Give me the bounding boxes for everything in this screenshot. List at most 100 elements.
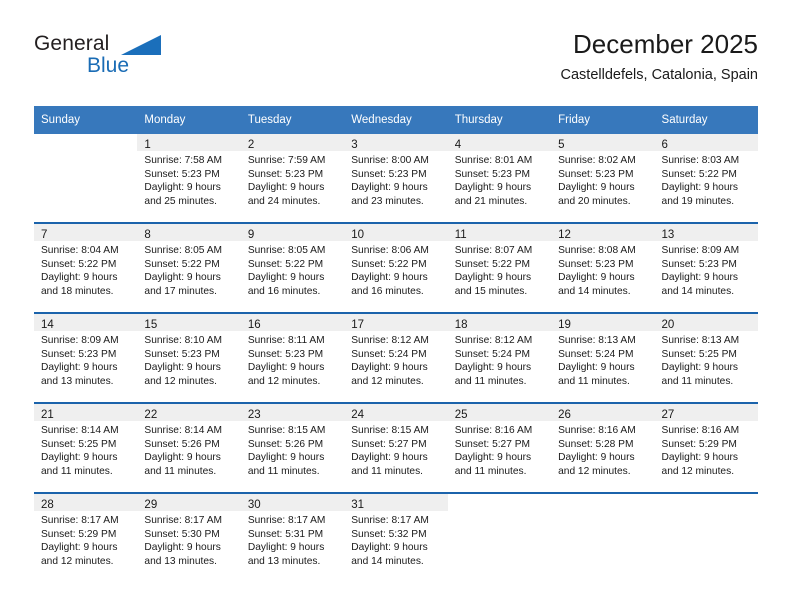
calendar-week-row: 21 Sunrise: 8:14 AM Sunset: 5:25 PM Dayligh… [34,402,758,493]
calendar-day-cell[interactable]: 4 Sunrise: 8:01 AM Sunset: 5:23 PM Daylight… [447,134,552,223]
calendar-day-cell[interactable]: 12 Sunrise: 8:08 AM Sunset: 5:23 PM Dayligh… [551,222,655,313]
calendar-day-cell[interactable]: 15 Sunrise: 8:10 AM Sunset: 5:23 PM Dayligh… [137,312,241,403]
daylight-text-line1: Daylight: 9 hours [247,362,325,374]
calendar-day-cell[interactable]: 23 Sunrise: 8:15 AM Sunset: 5:26 PM Dayligh… [240,402,345,493]
daylight-text-line2: and 13 minutes. [144,555,217,567]
sunrise-text: Sunrise: 8:16 AM [454,425,533,436]
day-number-band: 1 [137,134,241,151]
sunset-text: Sunset: 5:25 PM [661,348,737,360]
calendar-day-cell[interactable]: 13 Sunrise: 8:09 AM Sunset: 5:23 PM Dayligh… [654,222,758,313]
day-number-band: 12 [551,224,655,241]
calendar-day-cell[interactable]: 26 Sunrise: 8:16 AM Sunset: 5:28 PM Dayligh… [551,402,655,493]
day-details: Sunrise: 8:16 AM Sunset: 5:28 PM Daylight:… [551,421,654,478]
daylight-text-line1: Daylight: 9 hours [558,272,635,284]
daylight-text-line1: Daylight: 9 hours [454,362,532,374]
calendar-day-cell[interactable]: 3 Sunrise: 8:00 AM Sunset: 5:23 PM Daylight… [344,134,448,223]
calendar-empty-cell [551,492,655,582]
day-details: Sunrise: 8:05 AM Sunset: 5:22 PM Daylight:… [137,241,240,298]
calendar-day-cell[interactable]: 27 Sunrise: 8:16 AM Sunset: 5:29 PM Dayligh… [654,402,758,493]
calendar-day-cell[interactable]: 9 Sunrise: 8:05 AM Sunset: 5:22 PM Daylight… [240,222,345,313]
daylight-text-line2: and 21 minutes. [454,195,528,207]
day-number-band: 21 [34,404,138,421]
day-number: 28 [41,499,54,511]
day-number: 10 [351,229,365,241]
day-number: 2 [247,139,255,151]
calendar-day-cell[interactable]: 16 Sunrise: 8:11 AM Sunset: 5:23 PM Dayligh… [240,312,345,403]
calendar-day-cell[interactable]: 22 Sunrise: 8:14 AM Sunset: 5:26 PM Dayligh… [137,402,241,493]
brand-logo[interactable]: General Blue [34,32,214,92]
daylight-text-line1: Daylight: 9 hours [351,452,428,464]
day-details: Sunrise: 8:14 AM Sunset: 5:25 PM Daylight:… [34,421,137,478]
daylight-text-line1: Daylight: 9 hours [144,182,221,194]
day-number-band: 30 [240,494,345,511]
day-number-band: 4 [447,134,552,151]
calendar-day-cell[interactable]: 18 Sunrise: 8:12 AM Sunset: 5:24 PM Dayligh… [447,312,552,403]
calendar-week-row: 7 Sunrise: 8:04 AM Sunset: 5:22 PM Daylight… [34,222,758,313]
calendar-day-cell[interactable]: 11 Sunrise: 8:07 AM Sunset: 5:22 PM Dayligh… [447,222,552,313]
day-number-band: 27 [654,404,758,421]
day-details [448,511,551,514]
sunrise-text: Sunrise: 8:13 AM [558,335,636,346]
day-number-band: 15 [137,314,241,331]
calendar-page: General Blue December 2025 Castelldefels… [0,0,792,612]
calendar-day-cell[interactable]: 7 Sunrise: 8:04 AM Sunset: 5:22 PM Daylight… [34,222,138,313]
daylight-text-line1: Daylight: 9 hours [454,182,532,194]
sunset-text: Sunset: 5:26 PM [247,438,324,450]
calendar-day-cell[interactable]: 2 Sunrise: 7:59 AM Sunset: 5:23 PM Daylight… [240,134,345,223]
daylight-text-line1: Daylight: 9 hours [41,362,118,374]
day-details: Sunrise: 8:06 AM Sunset: 5:22 PM Daylight:… [344,241,447,298]
calendar-day-cell[interactable]: 1 Sunrise: 7:58 AM Sunset: 5:23 PM Daylight… [137,134,241,223]
sunset-text: Sunset: 5:23 PM [41,348,117,360]
calendar-day-cell[interactable]: 24 Sunrise: 8:15 AM Sunset: 5:27 PM Dayligh… [344,402,448,493]
calendar-day-cell[interactable]: 20 Sunrise: 8:13 AM Sunset: 5:25 PM Dayligh… [654,312,758,403]
daylight-text-line2: and 16 minutes. [247,285,321,297]
calendar-day-cell[interactable]: 28 Sunrise: 8:17 AM Sunset: 5:29 PM Dayligh… [34,492,138,582]
calendar-day-cell[interactable]: 25 Sunrise: 8:16 AM Sunset: 5:27 PM Dayligh… [447,402,552,493]
daylight-text-line2: and 12 minutes. [247,375,321,387]
day-details: Sunrise: 8:16 AM Sunset: 5:27 PM Daylight:… [448,421,551,478]
daylight-text-line1: Daylight: 9 hours [144,452,221,464]
daylight-text-line2: and 19 minutes. [661,195,735,207]
day-details: Sunrise: 8:00 AM Sunset: 5:23 PM Daylight:… [344,151,447,208]
sunrise-text: Sunrise: 8:05 AM [247,245,326,256]
day-details: Sunrise: 8:15 AM Sunset: 5:27 PM Daylight:… [344,421,447,478]
calendar-day-cell[interactable]: 31 Sunrise: 8:17 AM Sunset: 5:32 PM Dayligh… [344,492,448,582]
sunrise-text: Sunrise: 8:12 AM [454,335,533,346]
sunrise-text: Sunrise: 7:59 AM [247,155,326,166]
sunrise-text: Sunrise: 8:17 AM [41,515,119,526]
day-number-band: 6 [654,134,758,151]
daylight-text-line2: and 11 minutes. [454,465,527,477]
calendar-day-cell[interactable]: 17 Sunrise: 8:12 AM Sunset: 5:24 PM Dayligh… [344,312,448,403]
daylight-text-line2: and 11 minutes. [558,375,630,387]
sunset-text: Sunset: 5:26 PM [144,438,220,450]
calendar-day-cell[interactable]: 10 Sunrise: 8:06 AM Sunset: 5:22 PM Dayligh… [344,222,448,313]
calendar-day-cell[interactable]: 6 Sunrise: 8:03 AM Sunset: 5:22 PM Daylight… [654,134,758,223]
calendar-day-cell[interactable]: 30 Sunrise: 8:17 AM Sunset: 5:31 PM Dayligh… [240,492,345,582]
calendar-day-cell[interactable]: 8 Sunrise: 8:05 AM Sunset: 5:22 PM Daylight… [137,222,241,313]
day-number-band: 19 [551,314,655,331]
calendar-day-cell[interactable]: 21 Sunrise: 8:14 AM Sunset: 5:25 PM Dayligh… [34,402,138,493]
daylight-text-line1: Daylight: 9 hours [558,452,635,464]
daylight-text-line2: and 14 minutes. [558,285,631,297]
day-number: 25 [454,409,468,421]
sunset-text: Sunset: 5:29 PM [41,528,117,540]
sunrise-text: Sunrise: 8:17 AM [351,515,429,526]
sunrise-text: Sunrise: 8:15 AM [247,425,326,436]
day-number-band: 8 [137,224,241,241]
calendar-day-cell[interactable]: 5 Sunrise: 8:02 AM Sunset: 5:23 PM Daylight… [551,134,655,223]
calendar-day-cell[interactable]: 14 Sunrise: 8:09 AM Sunset: 5:23 PM Dayligh… [34,312,138,403]
sunset-text: Sunset: 5:22 PM [247,258,324,270]
day-number: 29 [144,499,158,511]
day-details: Sunrise: 8:04 AM Sunset: 5:22 PM Daylight:… [34,241,137,298]
calendar-day-cell[interactable]: 19 Sunrise: 8:13 AM Sunset: 5:24 PM Dayligh… [551,312,655,403]
sunrise-text: Sunrise: 8:14 AM [144,425,223,436]
daylight-text-line2: and 14 minutes. [661,285,735,297]
daylight-text-line1: Daylight: 9 hours [661,272,738,284]
dow-header-wednesday: Wednesday [344,106,448,134]
sunrise-text: Sunrise: 8:03 AM [661,155,740,166]
day-number: 21 [41,409,54,421]
daylight-text-line2: and 17 minutes. [144,285,217,297]
daylight-text-line1: Daylight: 9 hours [661,362,738,374]
calendar-day-cell[interactable]: 29 Sunrise: 8:17 AM Sunset: 5:30 PM Dayligh… [137,492,241,582]
calendar-empty-cell [654,492,758,582]
